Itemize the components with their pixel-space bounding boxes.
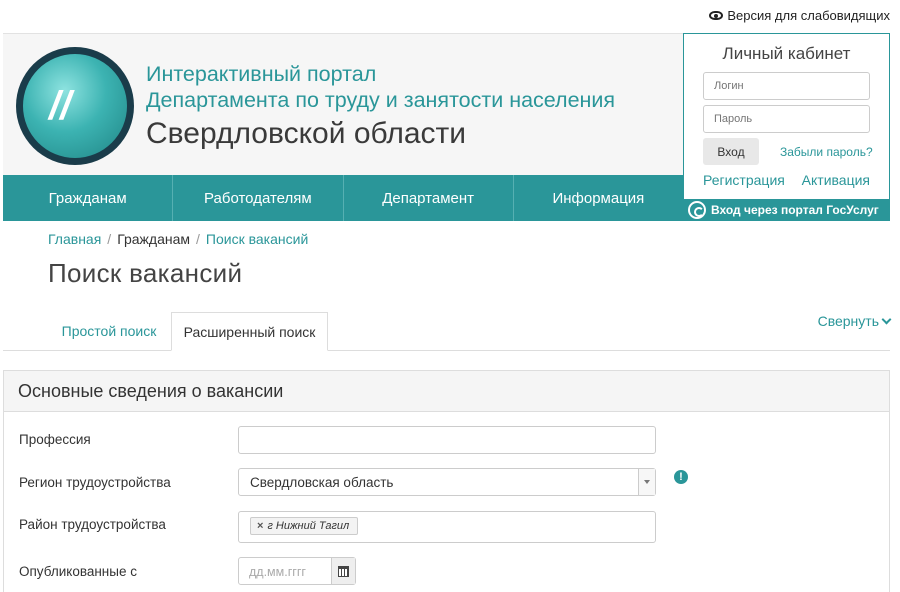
tabs-divider	[3, 350, 890, 351]
nav-item-citizens[interactable]: Гражданам	[3, 175, 174, 221]
gosuslugi-label: Вход через портал ГосУслуг	[711, 203, 879, 217]
published-from-label: Опубликованные с	[19, 564, 137, 579]
logo-emblem: //	[23, 54, 127, 158]
cabinet-title: Личный кабинет	[722, 44, 851, 63]
eye-icon	[709, 11, 724, 20]
site-title-line1: Интерактивный портал	[146, 62, 377, 86]
dropdown-arrow-icon[interactable]	[638, 469, 655, 495]
site-header: // Интерактивный портал Департамента по …	[3, 33, 683, 175]
login-button[interactable]: Вход	[703, 138, 759, 165]
login-input[interactable]	[703, 72, 870, 100]
district-label: Район трудоустройства	[19, 517, 166, 532]
district-multiselect[interactable]: × г Нижний Тагил	[238, 511, 656, 543]
region-select[interactable]: Свердловская область	[238, 468, 656, 496]
gosuslugi-icon	[688, 201, 706, 219]
low-vision-label: Версия для слабовидящих	[727, 8, 890, 23]
profession-label: Профессия	[19, 432, 91, 447]
activate-link[interactable]: Активация	[802, 172, 870, 188]
breadcrumb-separator: /	[107, 231, 112, 247]
calendar-icon	[338, 565, 349, 577]
tab-advanced-search[interactable]: Расширенный поиск	[171, 312, 328, 351]
calendar-button[interactable]	[331, 558, 355, 584]
district-tag: × г Нижний Тагил	[250, 517, 359, 535]
low-vision-link[interactable]: Версия для слабовидящих	[709, 8, 890, 23]
vacancy-info-panel: Основные сведения о вакансии Профессия Р…	[3, 370, 890, 592]
breadcrumb-current[interactable]: Поиск вакансий	[206, 231, 308, 247]
panel-title: Основные сведения о вакансии	[4, 371, 889, 412]
gosuslugi-login-button[interactable]: Вход через портал ГосУслуг	[684, 199, 889, 221]
tab-simple-search[interactable]: Простой поиск	[48, 312, 170, 350]
site-title-line3: Свердловской области	[146, 117, 467, 150]
info-icon[interactable]: !	[674, 470, 688, 484]
region-select-value: Свердловская область	[250, 475, 394, 490]
logo[interactable]: //	[16, 47, 134, 165]
password-input[interactable]	[703, 105, 870, 133]
published-from-date-input[interactable]: дд.мм.гггг	[238, 557, 356, 585]
region-label: Регион трудоустройства	[19, 475, 171, 490]
breadcrumb: Главная / Гражданам / Поиск вакансий	[48, 231, 308, 247]
remove-tag-icon[interactable]: ×	[257, 520, 263, 532]
profession-input[interactable]	[238, 426, 656, 454]
date-placeholder: дд.мм.гггг	[249, 565, 306, 579]
breadcrumb-home[interactable]: Главная	[48, 231, 101, 247]
personal-cabinet-panel: Личный кабинет Вход Забыли пароль? Регис…	[683, 33, 890, 221]
breadcrumb-section: Гражданам	[117, 231, 191, 247]
site-title-line2: Департамента по труду и занятости населе…	[146, 88, 616, 112]
collapse-label: Свернуть	[817, 313, 879, 329]
register-link[interactable]: Регистрация	[703, 172, 785, 188]
district-tag-label: г Нижний Тагил	[267, 520, 350, 532]
page-title: Поиск вакансий	[48, 258, 243, 288]
forgot-password-link[interactable]: Забыли пароль?	[780, 145, 873, 159]
nav-item-department[interactable]: Департамент	[344, 175, 514, 221]
breadcrumb-separator: /	[196, 231, 200, 247]
collapse-toggle[interactable]: Свернуть	[817, 313, 892, 329]
logo-mark-icon: //	[49, 84, 72, 128]
nav-item-employers[interactable]: Работодателям	[173, 175, 344, 221]
nav-item-information[interactable]: Информация	[514, 175, 683, 221]
main-nav: Гражданам Работодателям Департамент Инфо…	[3, 175, 683, 221]
chevron-down-icon	[881, 314, 892, 324]
